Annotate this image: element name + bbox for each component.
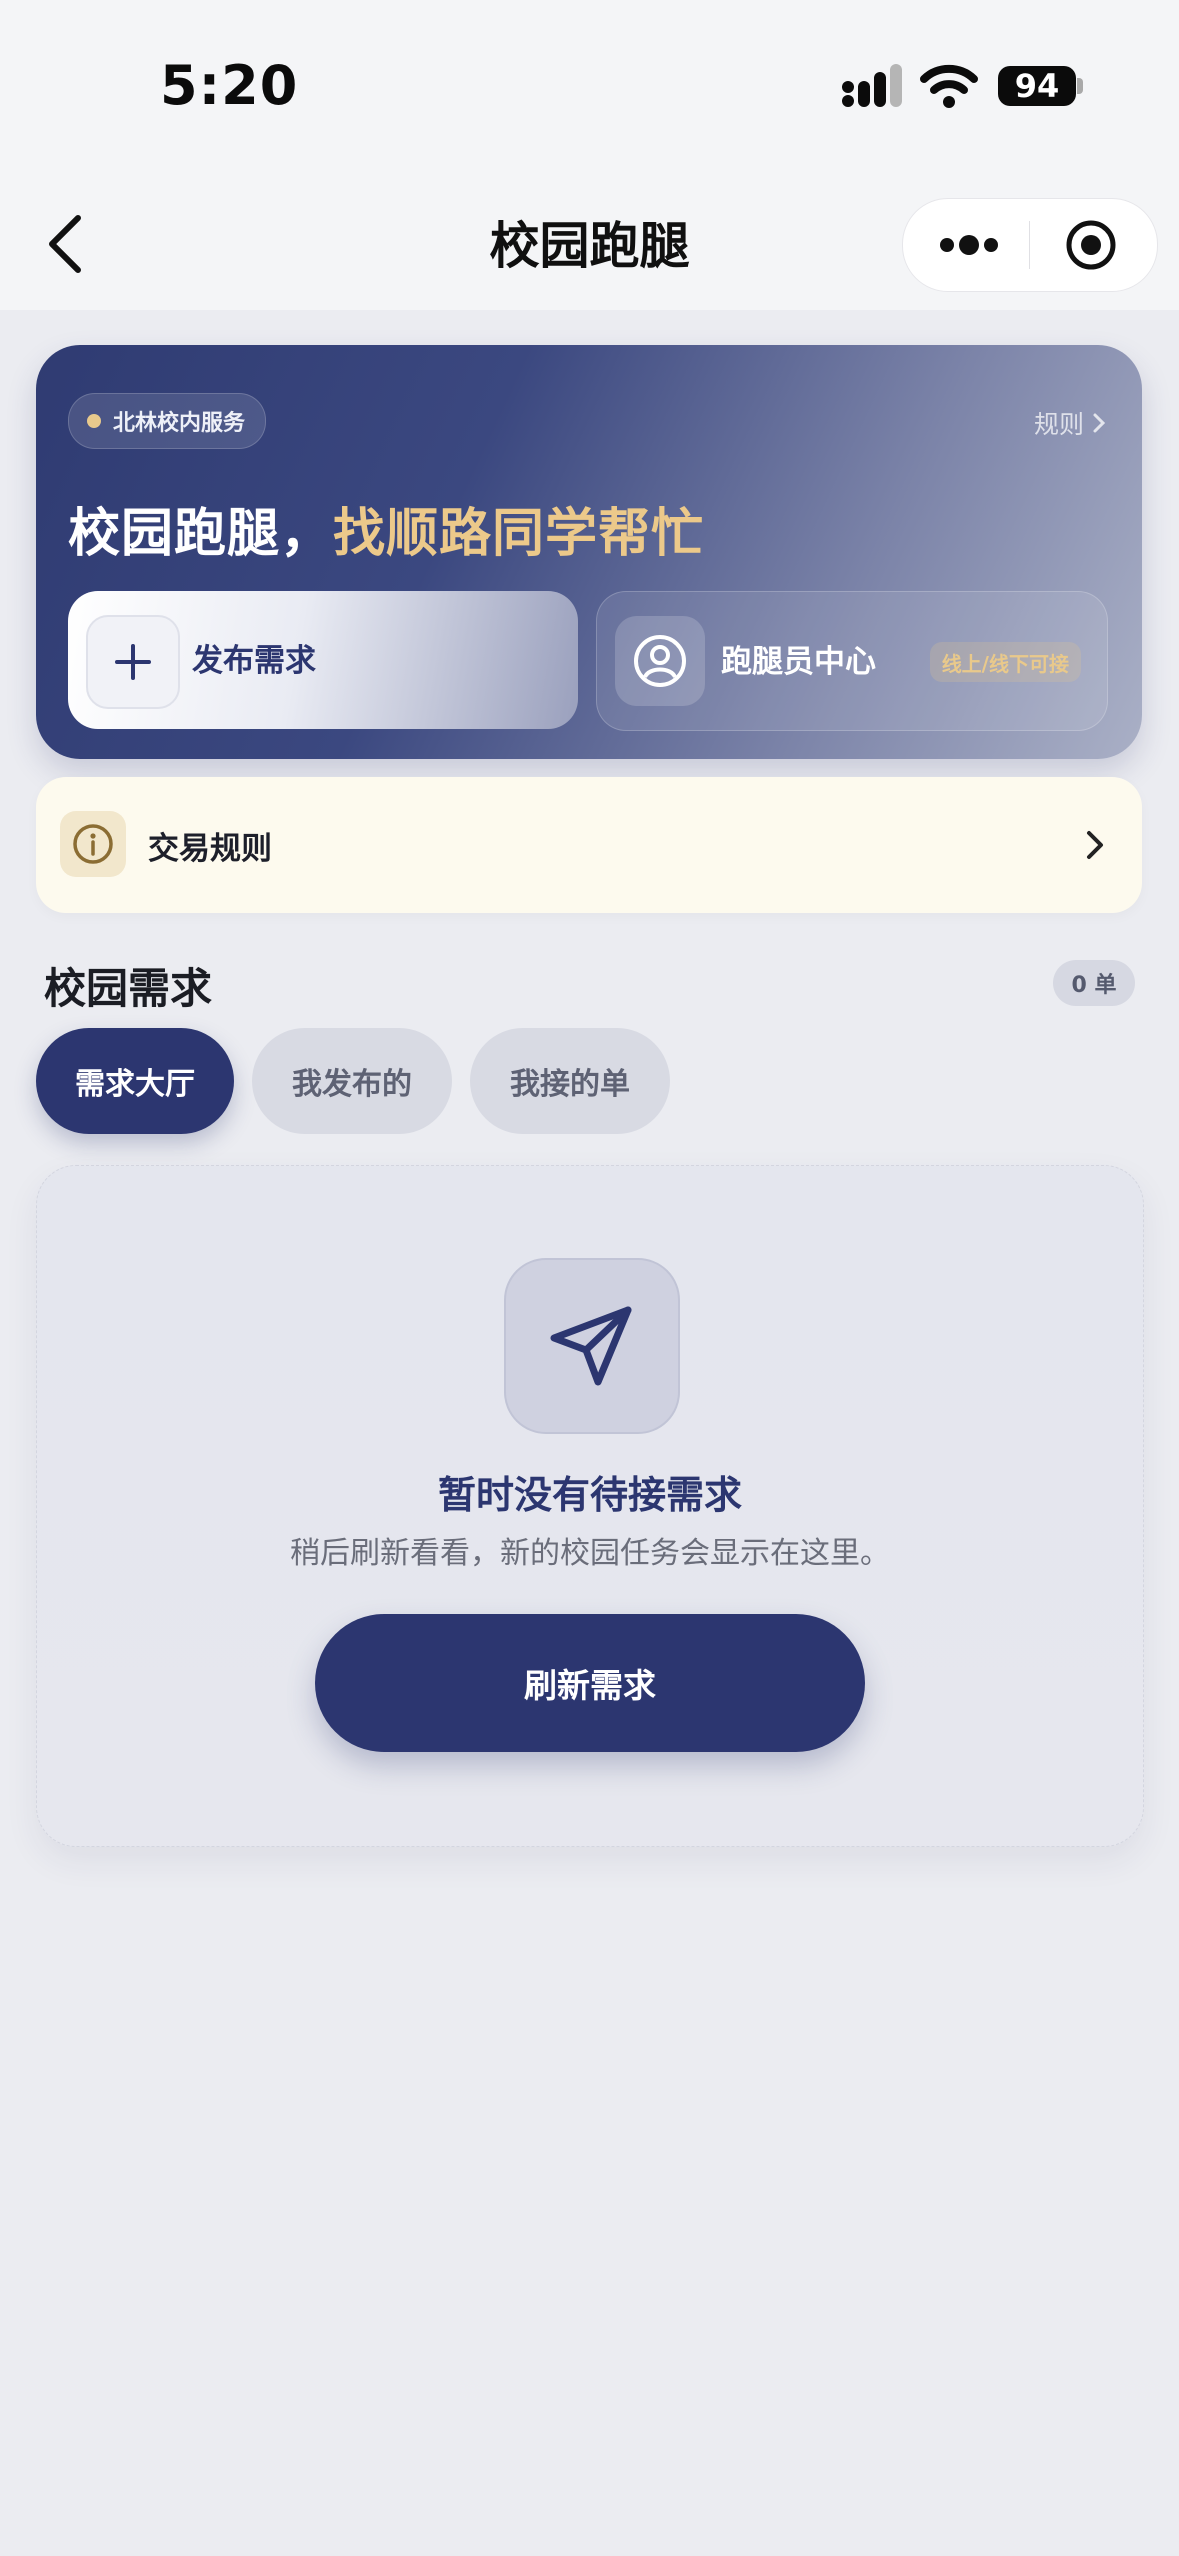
post-request-label: 发布需求 [192,643,316,679]
runner-center-button[interactable]: 跑腿员中心 线上/线下可接 [596,591,1108,731]
more-dots-icon[interactable] [937,229,1001,261]
badge-dot [87,414,101,428]
empty-state-subtitle: 稍后刷新看看，新的校园任务会显示在这里。 [290,1536,890,1571]
wifi-icon [920,64,978,108]
record-icon[interactable] [1065,219,1117,271]
rules-link-label: 规则 [1033,410,1084,439]
post-request-button[interactable]: 发布需求 [68,591,578,729]
service-badge: 北林校内服务 [68,393,267,449]
hero-title-highlight: 找顺路同学帮忙 [333,504,705,564]
user-circle-icon [615,616,705,706]
capsule-divider [1029,221,1030,269]
hero-title: 校园跑腿，找顺路同学帮忙 [68,491,704,566]
runner-center-label: 跑腿员中心 [721,644,876,680]
tab-request-hall[interactable]: 需求大厅 [36,1028,234,1134]
mini-program-capsule [902,198,1158,292]
section-title: 校园需求 [44,964,213,1013]
battery-tip [1077,78,1083,94]
info-icon [60,811,126,877]
trading-rules-label: 交易规则 [148,831,272,867]
chevron-right-icon [1093,413,1106,433]
chevron-right-icon [1087,831,1103,859]
paper-plane-icon [504,1258,680,1434]
battery-indicator: 94 [998,66,1076,106]
rules-link[interactable]: 规则 [1034,405,1106,441]
refresh-requests-button[interactable]: 刷新需求 [315,1614,865,1752]
empty-state-card: 暂时没有待接需求 稍后刷新看看，新的校园任务会显示在这里。 刷新需求 [36,1165,1144,1847]
service-badge-label: 北林校内服务 [113,411,246,436]
hero-title-main: 校园跑腿， [68,504,334,564]
cellular-signal-icon [842,64,902,107]
tab-my-accepted[interactable]: 我接的单 [470,1028,670,1134]
trading-rules-bar[interactable]: 交易规则 [36,777,1142,913]
runner-tag: 线上/线下可接 [929,642,1081,682]
order-count-badge: 0 单 [1053,960,1135,1006]
top-area: 5:20 94 校园跑腿 [0,0,1179,310]
empty-state-title: 暂时没有待接需求 [437,1473,742,1517]
hero-card: 北林校内服务 规则 校园跑腿，找顺路同学帮忙 发布需求 跑腿员中心 线上/线下可… [36,345,1142,759]
plus-icon [86,615,180,709]
tab-my-posted[interactable]: 我发布的 [252,1028,452,1134]
status-time: 5:20 [160,54,299,117]
